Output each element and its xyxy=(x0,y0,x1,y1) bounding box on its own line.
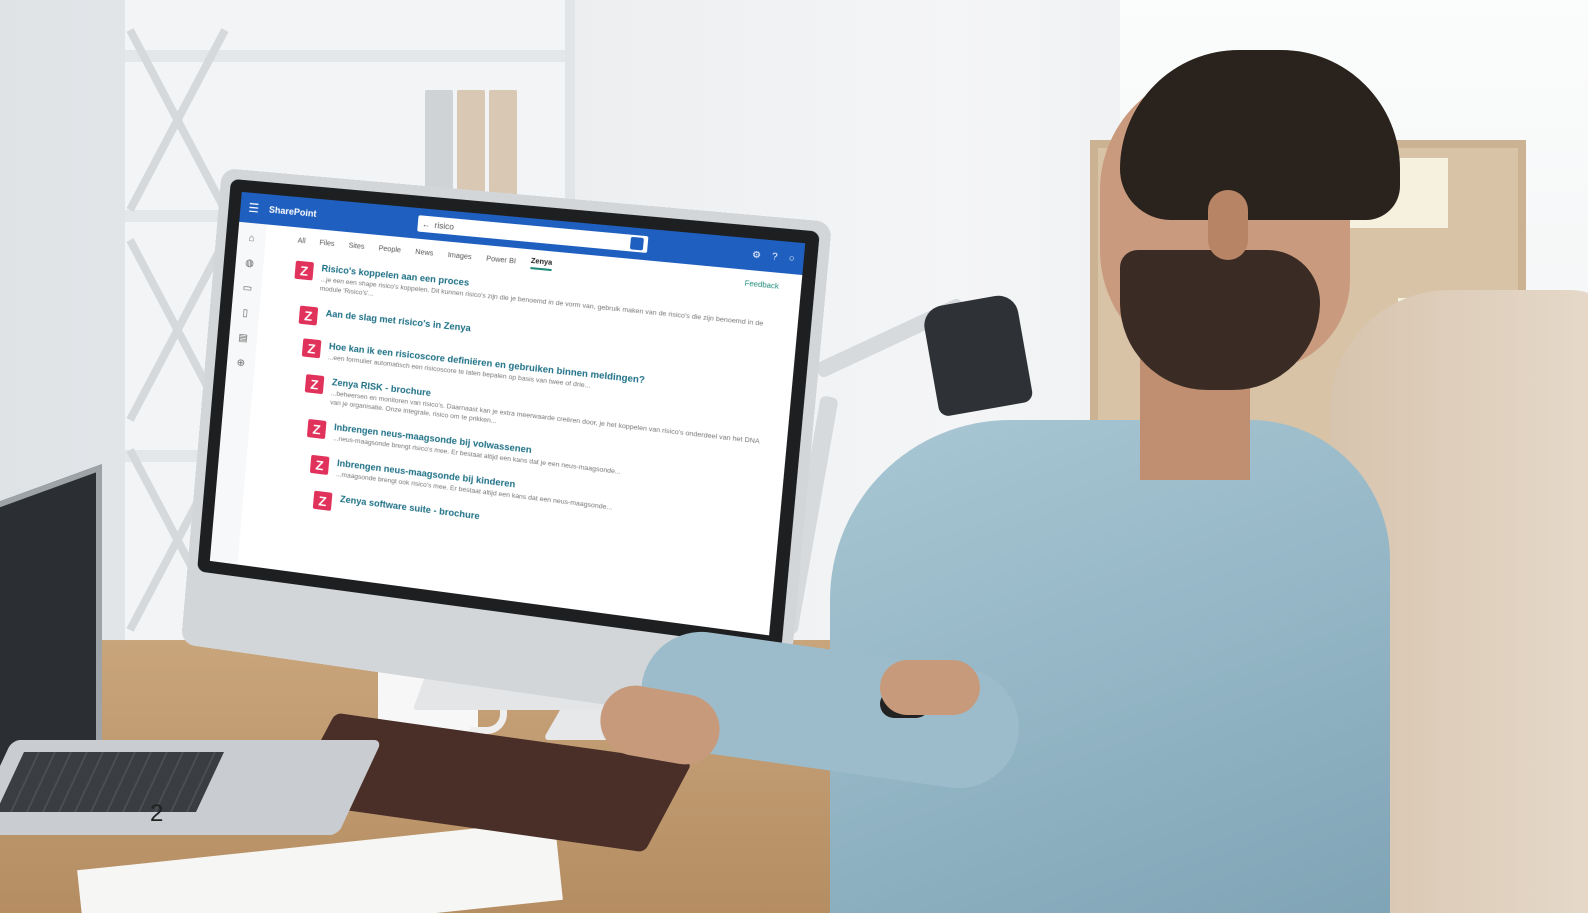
desk-lamp xyxy=(921,292,1034,418)
zenya-logo-icon: Z xyxy=(306,418,327,440)
search-query: risico xyxy=(434,220,455,232)
waffle-icon[interactable]: ☰ xyxy=(248,201,260,216)
laptop-keyboard xyxy=(0,752,224,812)
zenya-logo-icon: Z xyxy=(301,338,322,359)
tab-all[interactable]: All xyxy=(297,238,305,246)
zenya-logo-icon: Z xyxy=(312,490,333,511)
zenya-logo-icon: Z xyxy=(298,305,319,326)
tab-power-bi[interactable]: Power BI xyxy=(486,256,516,266)
left-rail: ⌂ ◍ ▭ ▯ ▤ ⊕ xyxy=(209,221,267,565)
zenya-logo-icon: Z xyxy=(294,260,315,281)
tab-news[interactable]: News xyxy=(415,249,434,258)
tab-sites[interactable]: Sites xyxy=(348,242,364,251)
person-ear xyxy=(1208,190,1248,260)
list-icon[interactable]: ▤ xyxy=(238,332,248,344)
person-hand xyxy=(880,660,980,715)
app-brand: SharePoint xyxy=(268,204,317,219)
monitor-bezel: ☰ SharePoint ← risico ⚙ ? ○ ⌂ ◍ ▭ ▯ ▤ ⊕ … xyxy=(197,178,820,650)
feedback-link[interactable]: Feedback xyxy=(744,280,779,291)
search-box[interactable]: ← risico xyxy=(417,215,649,254)
tab-zenya[interactable]: Zenya xyxy=(530,257,553,272)
monitor-screen: ☰ SharePoint ← risico ⚙ ? ○ ⌂ ◍ ▭ ▯ ▤ ⊕ … xyxy=(209,191,806,636)
tab-people[interactable]: People xyxy=(378,245,401,254)
add-icon[interactable]: ⊕ xyxy=(236,357,245,369)
gear-icon[interactable]: ⚙ xyxy=(752,249,762,261)
account-icon[interactable]: ○ xyxy=(788,252,795,264)
news-icon[interactable]: ▭ xyxy=(242,283,252,295)
office-photo: 2 ☰ SharePoint ← risico ⚙ ? ○ ⌂ ◍ ▭ ▯ ▤ … xyxy=(0,0,1588,913)
file-icon[interactable]: ▯ xyxy=(242,308,248,320)
result-title[interactable]: Aan de slag met risico's in Zenya xyxy=(325,308,471,333)
tab-files[interactable]: Files xyxy=(319,240,335,248)
binder xyxy=(489,90,517,205)
zenya-logo-icon: Z xyxy=(309,454,330,476)
binder xyxy=(457,90,485,205)
help-icon[interactable]: ? xyxy=(772,250,779,262)
tab-images[interactable]: Images xyxy=(447,252,471,261)
globe-icon[interactable]: ◍ xyxy=(245,258,255,270)
search-icon[interactable] xyxy=(630,236,645,251)
caption-number: 2 xyxy=(150,800,164,827)
topbar-icons: ⚙ ? ○ xyxy=(752,249,796,265)
back-arrow-icon[interactable]: ← xyxy=(422,219,431,229)
zenya-logo-icon: Z xyxy=(304,374,325,395)
home-icon[interactable]: ⌂ xyxy=(248,233,255,245)
search-results: All Files Sites People News Images Power… xyxy=(269,235,779,632)
result-title[interactable]: Zenya software suite - brochure xyxy=(340,494,481,521)
